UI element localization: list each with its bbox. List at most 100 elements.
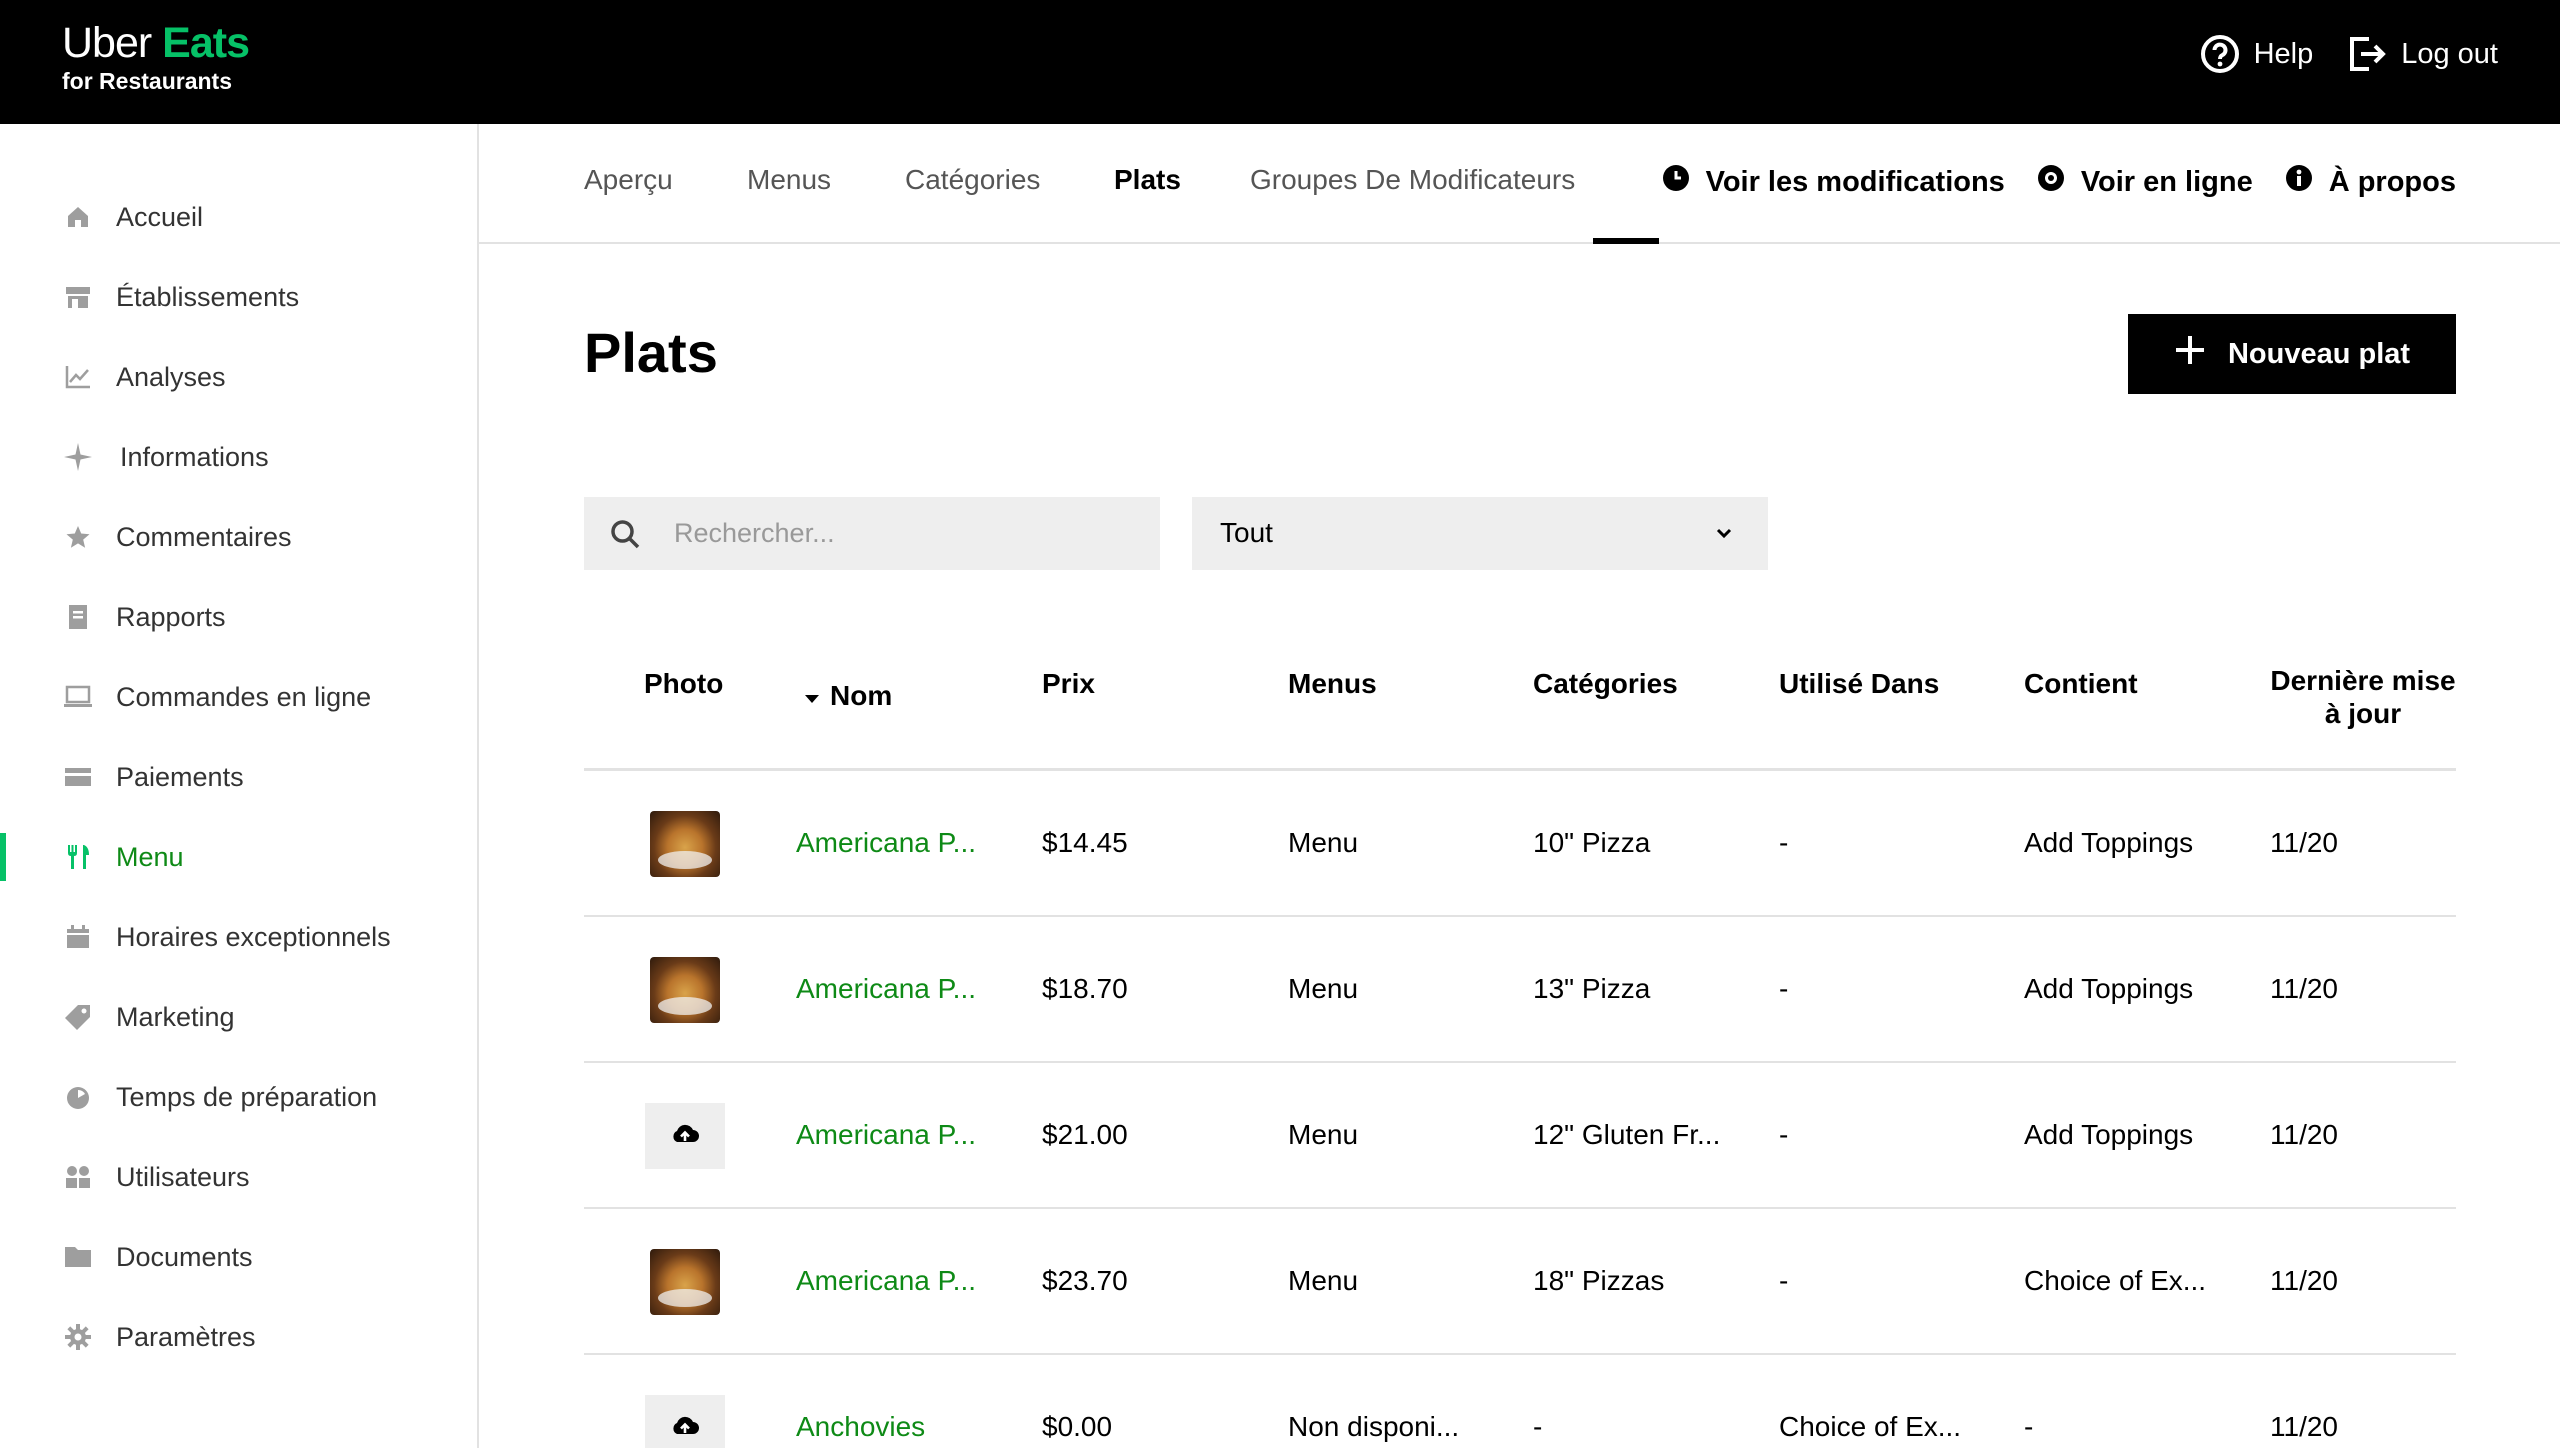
sidebar-item-label: Paramètres	[116, 1321, 256, 1352]
calendar-icon	[62, 921, 94, 953]
info-icon	[2285, 164, 2313, 200]
item-photo-cell	[650, 1249, 720, 1315]
item-price: $0.00	[1042, 1411, 1113, 1442]
logout-icon	[2347, 34, 2387, 74]
column-header-categories: Catégories	[1533, 668, 1678, 699]
item-menus: Menu	[1288, 1119, 1359, 1150]
sidebar-item-label: Paiements	[116, 761, 244, 792]
logo-uber: Uber	[62, 19, 152, 67]
item-contains: Add Toppings	[2024, 827, 2194, 858]
item-last-updated: 11/20	[2270, 1411, 2338, 1442]
sidebar-item-1[interactable]: Accueil	[0, 187, 477, 247]
table-row[interactable]: Anchovies $0.00 Non disponi... - Choice of E…	[584, 1355, 2456, 1448]
sidebar-item-13[interactable]: Utilisateurs	[0, 1147, 477, 1207]
sidebar-item-label: Menu	[116, 841, 184, 872]
table-row[interactable]: Americana P... $21.00 Menu 12" Gluten Fr...…	[584, 1063, 2456, 1209]
item-price: $21.00	[1042, 1119, 1128, 1150]
item-used-in: Choice of Ex...	[1779, 1411, 1962, 1442]
sort-desc-icon	[804, 680, 820, 712]
view-online-button[interactable]: Voir en ligne	[2037, 164, 2253, 200]
table-row[interactable]: Americana P... $18.70 Menu 13" Pizza - Add To…	[584, 917, 2456, 1063]
item-photo-cell	[645, 1103, 725, 1169]
logo-eats: Eats	[162, 19, 250, 67]
sidebar-item-11[interactable]: Marketing	[0, 987, 477, 1047]
column-header-last-updated-line1: Dernière mise	[2270, 665, 2456, 696]
sidebar-item-5[interactable]: Commentaires	[0, 507, 477, 567]
sidebar-item-label: Marketing	[116, 1001, 235, 1032]
sidebar-item-9[interactable]: Menu	[0, 827, 477, 887]
new-item-label: Nouveau plat	[2227, 337, 2411, 370]
item-photo-thumbnail[interactable]	[650, 811, 720, 877]
item-name-link[interactable]: Americana P...	[796, 827, 976, 859]
sidebar-item-label: Informations	[120, 441, 269, 472]
eye-icon	[2037, 164, 2065, 200]
filter-select[interactable]: Tout	[1192, 497, 1768, 570]
column-header-name-label: Nom	[830, 680, 893, 711]
item-categories: -	[1533, 1411, 1543, 1442]
sidebar-item-6[interactable]: Rapports	[0, 587, 477, 647]
star-icon	[62, 521, 94, 553]
tab-categories[interactable]: Catégories	[905, 164, 1040, 196]
item-menus: Menu	[1288, 973, 1359, 1004]
sidebar-item-label: Commentaires	[116, 521, 292, 552]
item-photo-thumbnail[interactable]	[650, 957, 720, 1023]
item-contains: Add Toppings	[2024, 973, 2194, 1004]
tag-icon	[62, 1001, 94, 1033]
item-categories: 12" Gluten Fr...	[1533, 1119, 1721, 1150]
column-header-name[interactable]: Nom	[804, 680, 892, 712]
sidebar-item-12[interactable]: Temps de préparation	[0, 1067, 477, 1127]
logout-button[interactable]: Log out	[2347, 34, 2498, 74]
item-name-link[interactable]: Americana P...	[796, 1119, 976, 1151]
sidebar-item-label: Horaires exceptionnels	[116, 921, 391, 952]
sidebar-item-label: Temps de préparation	[116, 1081, 378, 1112]
store-icon	[62, 281, 94, 313]
item-name-link[interactable]: Americana P...	[796, 1265, 976, 1297]
item-photo-cell	[650, 811, 720, 877]
column-header-price: Prix	[1042, 668, 1095, 699]
sidebar-item-label: Documents	[116, 1241, 253, 1272]
cloud-upload-icon	[670, 1122, 700, 1151]
page-title: Plats	[584, 321, 718, 384]
table-row[interactable]: Americana P... $23.70 Menu 18" Pizzas - Choic…	[584, 1209, 2456, 1355]
column-header-used-in: Utilisé Dans	[1779, 668, 1940, 699]
logout-label: Log out	[2401, 37, 2498, 70]
help-button[interactable]: Help	[2200, 34, 2314, 74]
item-name-link[interactable]: Americana P...	[796, 973, 976, 1005]
item-name-link[interactable]: Anchovies	[796, 1411, 925, 1443]
sidebar-item-14[interactable]: Documents	[0, 1227, 477, 1287]
item-used-in: -	[1779, 973, 1789, 1004]
active-tab-indicator	[1593, 238, 1659, 244]
item-used-in: -	[1779, 1265, 1789, 1296]
sidebar-item-7[interactable]: Commandes en ligne	[0, 667, 477, 727]
item-photo-cell	[650, 957, 720, 1023]
upload-photo-button[interactable]	[645, 1395, 725, 1448]
upload-photo-button[interactable]	[645, 1103, 725, 1169]
search-box	[584, 497, 1160, 570]
search-input[interactable]	[674, 497, 1144, 570]
tab-groupes-modificateurs[interactable]: Groupes De Modificateurs	[1250, 164, 1575, 196]
tab-plats[interactable]: Plats	[1114, 164, 1181, 196]
item-last-updated: 11/20	[2270, 1119, 2338, 1150]
clock-icon	[1662, 164, 1690, 200]
table-row[interactable]: Americana P... $14.45 Menu 10" Pizza - Add To…	[584, 771, 2456, 917]
sidebar-item-label: Utilisateurs	[116, 1161, 250, 1192]
gear-icon	[62, 1321, 94, 1353]
about-button[interactable]: À propos	[2285, 164, 2456, 200]
tab-menus[interactable]: Menus	[747, 164, 831, 196]
folder-icon	[62, 1241, 94, 1273]
uber-eats-logo[interactable]: Uber Eats for Restaurants	[62, 19, 250, 95]
view-changes-button[interactable]: Voir les modifications	[1662, 164, 2005, 200]
sidebar-item-4[interactable]: Informations	[0, 427, 477, 487]
column-header-contains: Contient	[2024, 668, 2138, 699]
new-item-button[interactable]: Nouveau plat	[2128, 314, 2456, 394]
item-photo-thumbnail[interactable]	[650, 1249, 720, 1315]
sidebar-item-10[interactable]: Horaires exceptionnels	[0, 907, 477, 967]
sidebar-item-15[interactable]: Paramètres	[0, 1307, 477, 1367]
help-label: Help	[2253, 37, 2314, 70]
sidebar-item-8[interactable]: Paiements	[0, 747, 477, 807]
item-contains: Choice of Ex...	[2024, 1265, 2207, 1296]
sidebar-item-2[interactable]: Établissements	[0, 267, 477, 327]
tab-apercu[interactable]: Aperçu	[584, 164, 673, 196]
sidebar-item-3[interactable]: Analyses	[0, 347, 477, 407]
item-price: $23.70	[1042, 1265, 1128, 1296]
